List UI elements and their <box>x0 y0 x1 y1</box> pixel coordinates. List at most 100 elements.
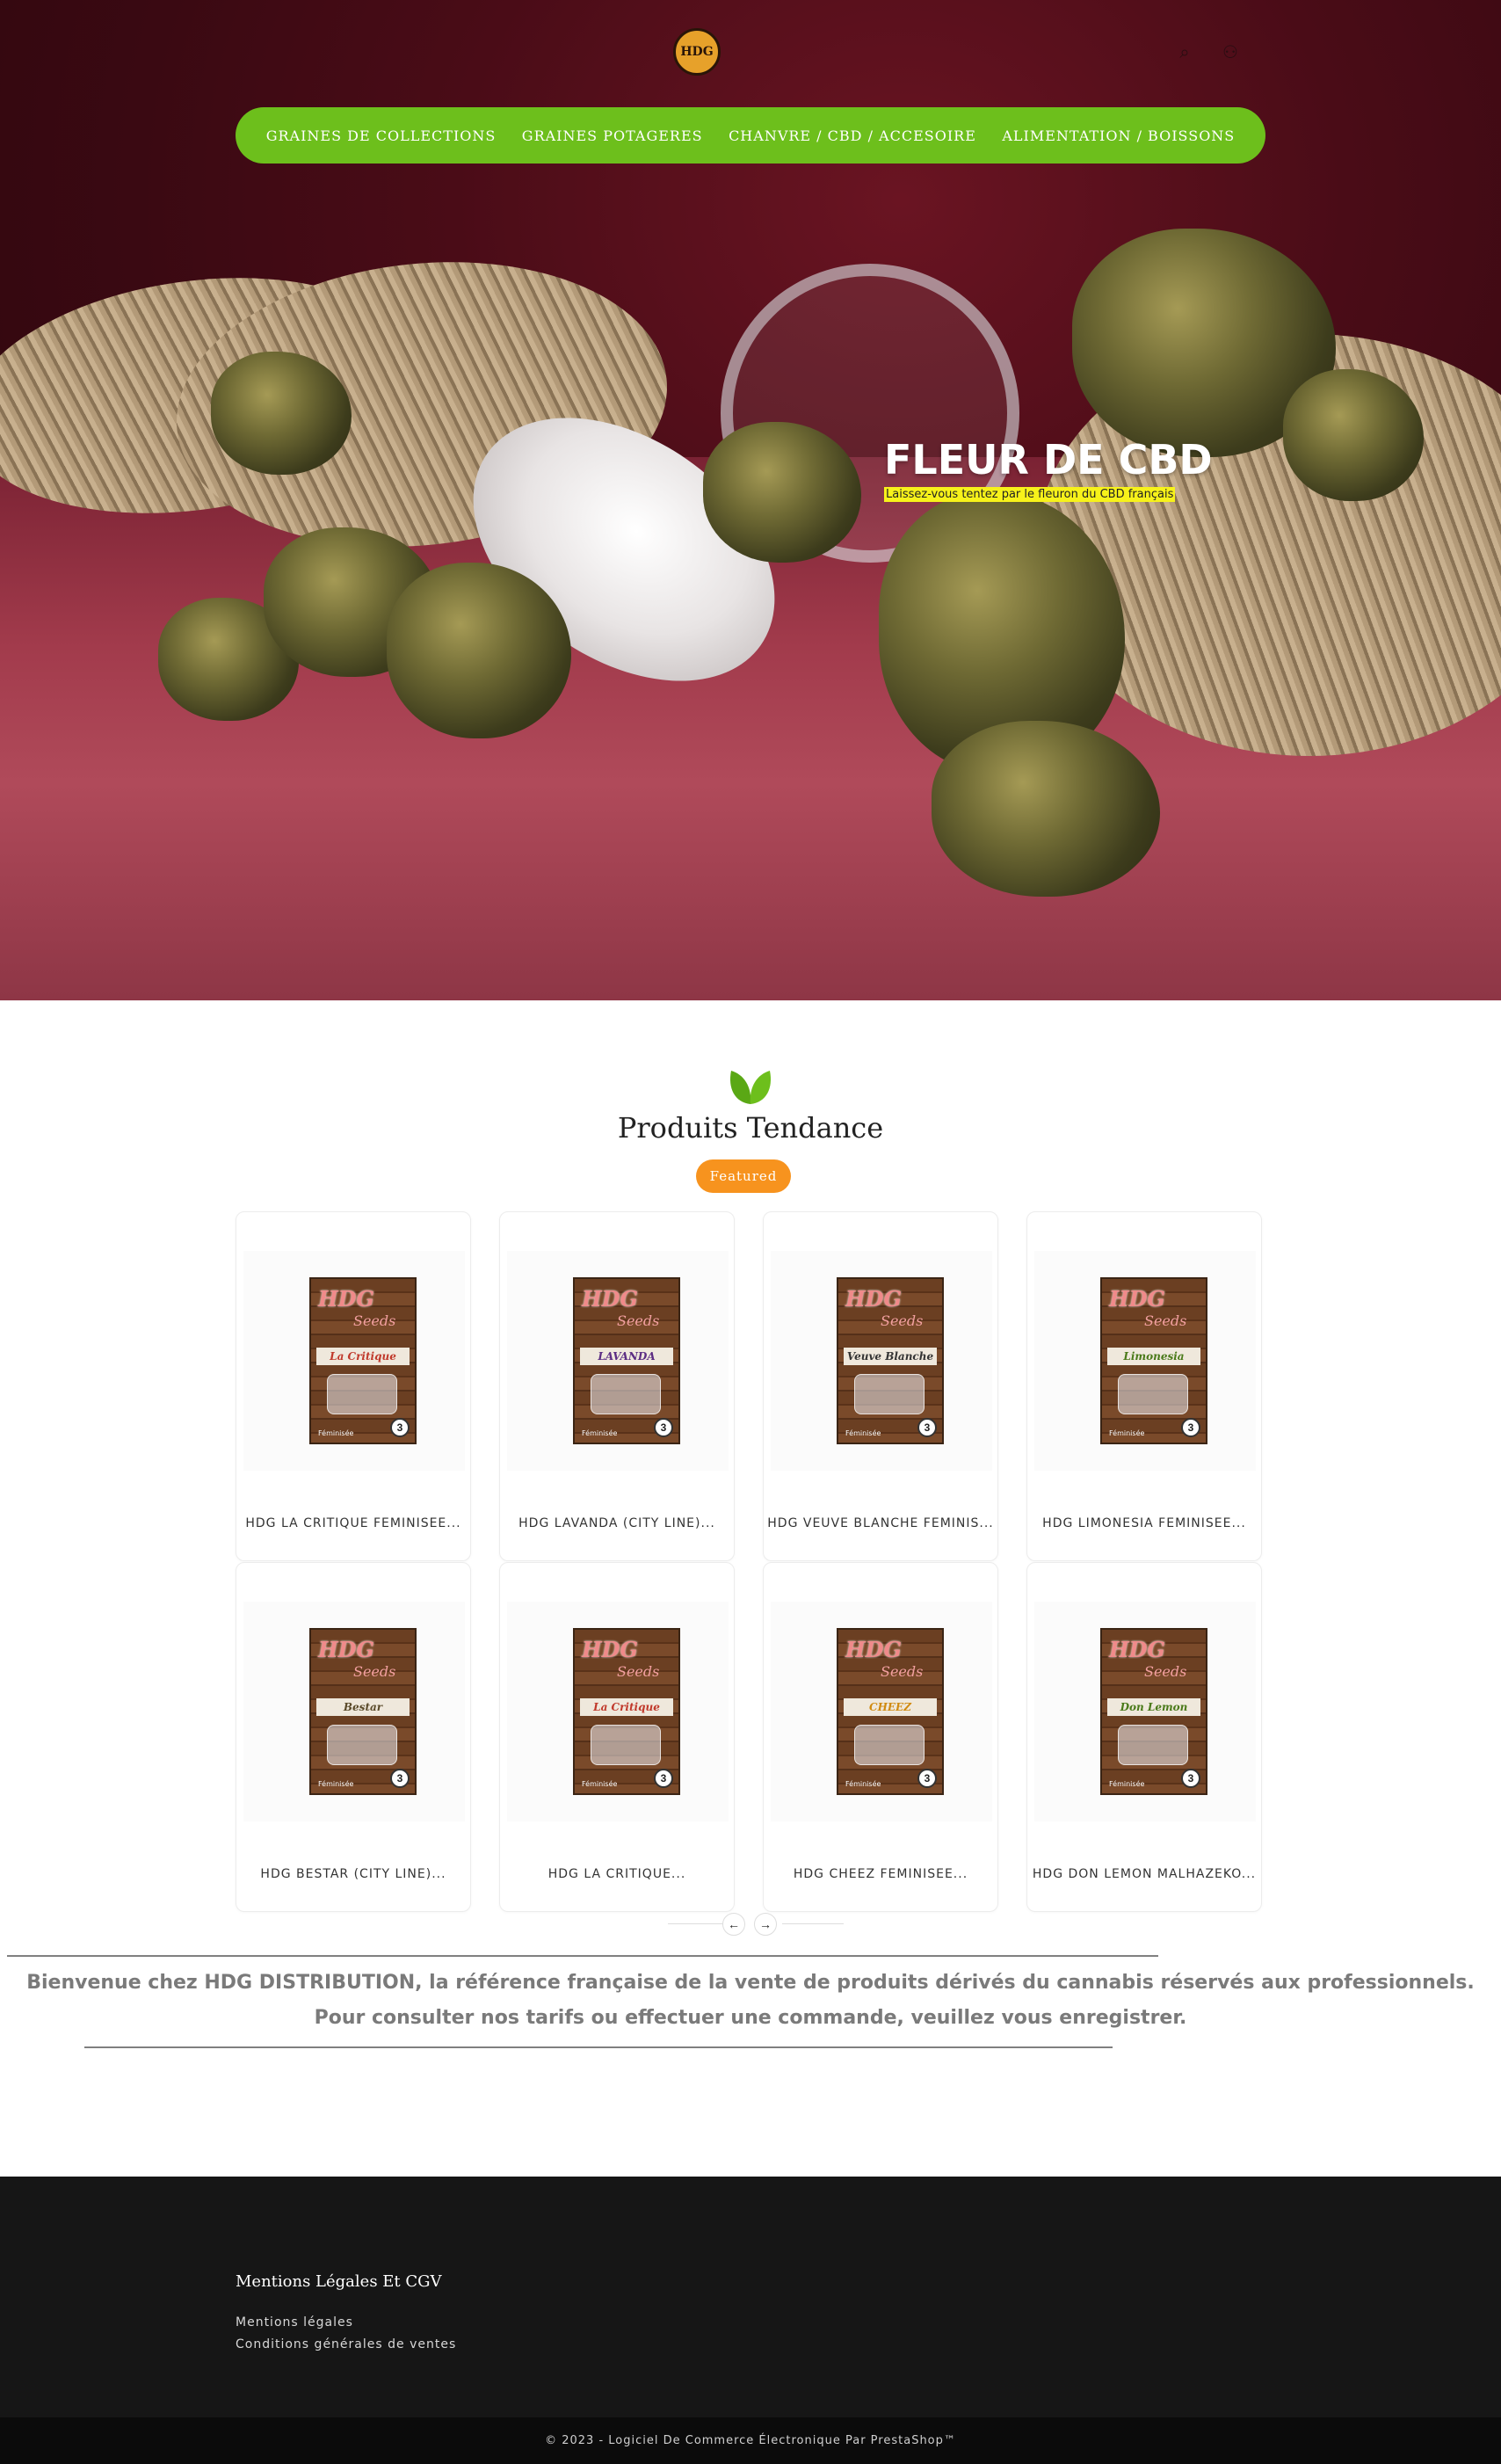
product-image[interactable]: HDG Seeds Limonesia Féminisée 3 <box>1034 1251 1256 1471</box>
seed-tube <box>854 1725 925 1765</box>
section-title: Produits Tendance <box>617 1111 884 1145</box>
product-name[interactable]: HDG VEUVE BLANCHE FEMINIS... <box>764 1516 997 1530</box>
pack-label: Féminisée <box>582 1780 618 1788</box>
product-card[interactable]: HDG Seeds La Critique Féminisée 3 HDG LA CRIT… <box>499 1562 735 1912</box>
footer <box>0 2177 1501 2417</box>
product-card[interactable]: HDG Seeds Bestar Féminisée 3 HDG BESTAR (CITY… <box>236 1562 471 1912</box>
user-icon[interactable]: ⚇ <box>1220 42 1241 63</box>
product-name[interactable]: HDG LAVANDA (CITY LINE)... <box>500 1516 734 1530</box>
nav-item-chanvre-cbd[interactable]: CHANVRE / CBD / ACCESOIRE <box>729 127 976 144</box>
product-image[interactable]: HDG Seeds La Critique Féminisée 3 <box>243 1251 465 1471</box>
seed-pack: HDG Seeds Don Lemon Féminisée 3 <box>1100 1628 1207 1795</box>
arrow-right-icon[interactable]: → <box>754 1913 777 1936</box>
pack-brand-sub: Seeds <box>617 1663 660 1680</box>
nav-item-graines-potageres[interactable]: GRAINES POTAGERES <box>522 127 703 144</box>
pack-label: Féminisée <box>582 1429 618 1437</box>
product-image[interactable]: HDG Seeds LAVANDA Féminisée 3 <box>507 1251 729 1471</box>
seed-count-seal: 3 <box>654 1769 673 1788</box>
product-image[interactable]: HDG Seeds Veuve Blanche Féminisée 3 <box>771 1251 992 1471</box>
footer-link-mentions[interactable]: Mentions légales <box>236 2315 353 2330</box>
pack-brand-sub: Seeds <box>1144 1312 1187 1329</box>
seed-pack: HDG Seeds LAVANDA Féminisée 3 <box>573 1277 680 1444</box>
welcome-line-1: Bienvenue chez HDG DISTRIBUTION, la réfé… <box>26 1972 1475 1994</box>
pack-strain: Veuve Blanche <box>844 1348 937 1365</box>
pack-label: Féminisée <box>318 1429 354 1437</box>
seed-pack: HDG Seeds La Critique Féminisée 3 <box>309 1277 417 1444</box>
product-name[interactable]: HDG BESTAR (CITY LINE)... <box>236 1867 470 1881</box>
pack-brand-sub: Seeds <box>881 1312 924 1329</box>
pack-strain: CHEEZ <box>844 1698 937 1716</box>
nav-item-alimentation[interactable]: ALIMENTATION / BOISSONS <box>1002 127 1235 144</box>
pack-brand-sub: Seeds <box>881 1663 924 1680</box>
carousel-controls: ← → <box>668 1913 844 1936</box>
product-card[interactable]: HDG Seeds CHEEZ Féminisée 3 HDG CHEEZ FEMINIS… <box>763 1562 998 1912</box>
product-card[interactable]: HDG Seeds La Critique Féminisée 3 HDG LA CRIT… <box>236 1211 471 1561</box>
seed-count-seal: 3 <box>917 1769 937 1788</box>
product-image[interactable]: HDG Seeds Bestar Féminisée 3 <box>243 1602 465 1821</box>
seed-tube <box>1118 1725 1188 1765</box>
seed-pack: HDG Seeds Limonesia Féminisée 3 <box>1100 1277 1207 1444</box>
seed-pack: HDG Seeds Veuve Blanche Féminisée 3 <box>837 1277 944 1444</box>
product-name[interactable]: HDG LIMONESIA FEMINISEE... <box>1027 1516 1261 1530</box>
pack-brand: HDG <box>1109 1637 1165 1662</box>
pack-strain: Don Lemon <box>1107 1698 1200 1716</box>
pack-label: Féminisée <box>318 1780 354 1788</box>
pack-brand: HDG <box>318 1286 374 1312</box>
product-image[interactable]: HDG Seeds Don Lemon Féminisée 3 <box>1034 1602 1256 1821</box>
site-logo[interactable]: HDG <box>673 28 721 76</box>
divider-dashes-top: ________________________________________… <box>7 1936 1158 1957</box>
divider <box>668 1923 729 1924</box>
seed-tube <box>854 1374 925 1414</box>
seed-pack: HDG Seeds La Critique Féminisée 3 <box>573 1628 680 1795</box>
pack-strain: LAVANDA <box>580 1348 673 1365</box>
seed-tube <box>591 1725 661 1765</box>
product-image[interactable]: HDG Seeds La Critique Féminisée 3 <box>507 1602 729 1821</box>
pack-label: Féminisée <box>1109 1780 1145 1788</box>
pack-brand: HDG <box>1109 1286 1165 1312</box>
featured-badge[interactable]: Featured <box>696 1159 791 1193</box>
pack-brand: HDG <box>318 1637 374 1662</box>
footer-link-cgv[interactable]: Conditions générales de ventes <box>236 2337 456 2351</box>
seed-count-seal: 3 <box>917 1418 937 1437</box>
pack-strain: La Critique <box>316 1348 410 1365</box>
pack-brand-sub: Seeds <box>353 1312 396 1329</box>
hero-banner[interactable]: HDG ⌕ ⚇ GRAINES DE COLLECTIONS GRAINES P… <box>0 0 1501 1000</box>
pack-label: Féminisée <box>1109 1429 1145 1437</box>
pack-brand-sub: Seeds <box>617 1312 660 1329</box>
pack-label: Féminisée <box>845 1780 881 1788</box>
welcome-line-2: Pour consulter nos tarifs ou effectuer u… <box>314 2007 1187 2029</box>
search-icon[interactable]: ⌕ <box>1174 42 1195 63</box>
leaf-icon <box>729 1071 772 1104</box>
pack-strain: Bestar <box>316 1698 410 1716</box>
copyright: © 2023 - Logiciel De Commerce Électroniq… <box>0 2417 1501 2464</box>
seed-pack: HDG Seeds Bestar Féminisée 3 <box>309 1628 417 1795</box>
product-image[interactable]: HDG Seeds CHEEZ Féminisée 3 <box>771 1602 992 1821</box>
pack-brand: HDG <box>582 1286 638 1312</box>
product-name[interactable]: HDG CHEEZ FEMINISEE... <box>764 1867 997 1881</box>
product-name[interactable]: HDG LA CRITIQUE... <box>500 1867 734 1881</box>
divider-dashes-bottom: ________________________________________… <box>84 2027 1113 2048</box>
product-card[interactable]: HDG Seeds Don Lemon Féminisée 3 HDG DON LEMON… <box>1026 1562 1262 1912</box>
seed-count-seal: 3 <box>654 1418 673 1437</box>
pack-brand-sub: Seeds <box>353 1663 396 1680</box>
pack-label: Féminisée <box>845 1429 881 1437</box>
hero-subtitle: Laissez-vous tentez par le fleuron du CB… <box>884 487 1176 502</box>
hero-cbd-bud <box>211 352 352 475</box>
pack-brand-sub: Seeds <box>1144 1663 1187 1680</box>
seed-tube <box>1118 1374 1188 1414</box>
pack-brand: HDG <box>845 1286 902 1312</box>
product-card[interactable]: HDG Seeds Limonesia Féminisée 3 HDG LIMONESIA… <box>1026 1211 1262 1561</box>
pack-brand: HDG <box>845 1637 902 1662</box>
product-name[interactable]: HDG LA CRITIQUE FEMINISEE... <box>236 1516 470 1530</box>
arrow-left-icon[interactable]: ← <box>722 1913 745 1936</box>
product-name[interactable]: HDG DON LEMON MALHAZEKO... <box>1027 1867 1261 1881</box>
product-card[interactable]: HDG Seeds Veuve Blanche Féminisée 3 HDG VEUVE… <box>763 1211 998 1561</box>
product-card[interactable]: HDG Seeds LAVANDA Féminisée 3 HDG LAVANDA (CI… <box>499 1211 735 1561</box>
seed-tube <box>327 1374 397 1414</box>
seed-pack: HDG Seeds CHEEZ Féminisée 3 <box>837 1628 944 1795</box>
pack-strain: La Critique <box>580 1698 673 1716</box>
seed-tube <box>327 1725 397 1765</box>
main-navigation: GRAINES DE COLLECTIONS GRAINES POTAGERES… <box>236 107 1265 164</box>
nav-item-graines-collections[interactable]: GRAINES DE COLLECTIONS <box>266 127 497 144</box>
footer-heading: Mentions Légales Et CGV <box>236 2272 442 2291</box>
